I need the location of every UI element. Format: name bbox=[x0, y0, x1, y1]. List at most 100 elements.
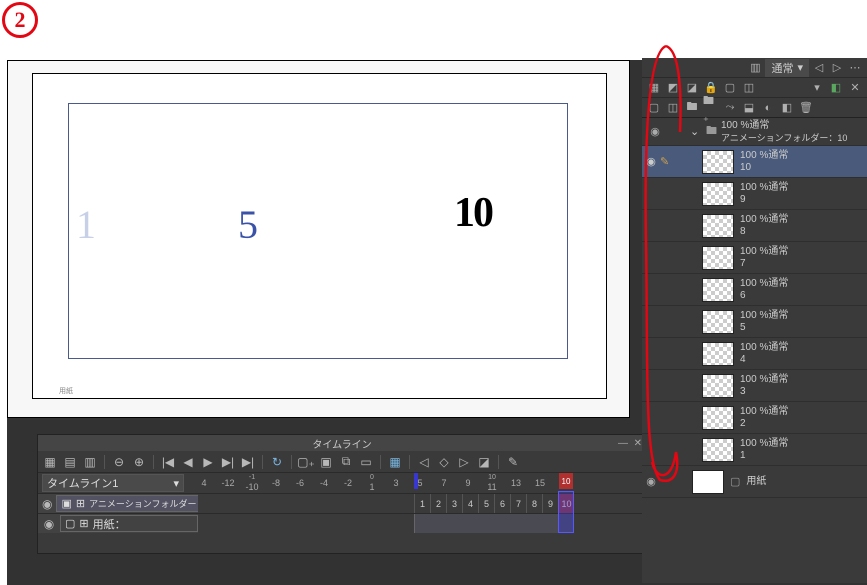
cel-frame[interactable]: 2 bbox=[430, 494, 446, 513]
graph-editor-icon[interactable]: ◪ bbox=[476, 454, 492, 470]
clip-board-icon[interactable]: ▤ bbox=[62, 454, 78, 470]
expand-icon[interactable]: ⊞ bbox=[76, 497, 85, 510]
next-icon[interactable]: ▷ bbox=[829, 60, 845, 76]
separator bbox=[409, 455, 410, 469]
ruler-icon[interactable]: ◧ bbox=[779, 100, 795, 116]
eye-icon[interactable]: ◉ bbox=[42, 516, 56, 532]
layer-row[interactable]: 100 %通常9 bbox=[642, 178, 867, 210]
onion-skin-icon[interactable]: ▦ bbox=[387, 454, 403, 470]
ruler-tick: -4 bbox=[312, 478, 336, 488]
eye-icon[interactable]: ◉ bbox=[42, 496, 52, 512]
lock-alpha-icon[interactable]: ◩ bbox=[665, 80, 681, 96]
layer-row[interactable]: 100 %通常7 bbox=[642, 242, 867, 274]
layer-row[interactable]: 100 %通常1 bbox=[642, 434, 867, 466]
layer-row[interactable]: 100 %通常4 bbox=[642, 338, 867, 370]
new-folder-icon[interactable]: ▣ bbox=[318, 454, 334, 470]
track-label: アニメーションフォルダー bbox=[89, 497, 196, 510]
go-end-icon[interactable]: ▶| bbox=[240, 454, 256, 470]
cel-frame[interactable]: 7 bbox=[510, 494, 526, 513]
keyframe-next-icon[interactable]: ▷ bbox=[456, 454, 472, 470]
separator bbox=[104, 455, 105, 469]
end-marker[interactable]: 10 bbox=[559, 473, 573, 489]
cel-frame[interactable]: 3 bbox=[446, 494, 462, 513]
layer-label: 100 %通常1 bbox=[740, 438, 788, 462]
layer-panel-top-toolbar: ▥ 通常▾ ◁ ▷ ⋯ bbox=[642, 58, 867, 78]
ruler-tick: -2 bbox=[336, 478, 360, 488]
layer-row[interactable]: 100 %通常5 bbox=[642, 306, 867, 338]
panel-icon[interactable]: ▥ bbox=[747, 60, 763, 76]
draft-icon[interactable]: ◫ bbox=[741, 80, 757, 96]
cel-frame[interactable]: 4 bbox=[462, 494, 478, 513]
blend-mode-dropdown[interactable]: 通常▾ bbox=[765, 59, 809, 77]
chevron-down-icon: ▾ bbox=[797, 61, 803, 74]
prev-icon[interactable]: ◁ bbox=[811, 60, 827, 76]
animation-folder-row[interactable]: ◉ ⌄ 🖿 100 %通常 アニメーションフォルダー：10 bbox=[642, 118, 867, 146]
layer-row[interactable]: ◉✎100 %通常10 bbox=[642, 146, 867, 178]
layer-row[interactable]: 100 %通常3 bbox=[642, 370, 867, 402]
paper-layer-row[interactable]: ◉ ▢ 用紙 bbox=[642, 466, 867, 498]
close-icon[interactable]: ✕ bbox=[634, 438, 642, 449]
onion-skin-frame-5: 5 bbox=[238, 201, 258, 248]
pencil-icon[interactable]: ✎ bbox=[505, 454, 521, 470]
zoom-in-icon[interactable]: ⊕ bbox=[131, 454, 147, 470]
chevron-down-icon: ▾ bbox=[173, 477, 179, 490]
layer-panel: ▥ 通常▾ ◁ ▷ ⋯ ▦ ◩ ◪ 🔒 ▢ ◫ ▾ ◧ ✕ ▢ ◫ 🖿 🖿₊ ⤳ bbox=[642, 58, 867, 583]
cel-frame[interactable]: 5 bbox=[478, 494, 494, 513]
checker-icon[interactable]: ▦ bbox=[646, 80, 662, 96]
new-raster-icon[interactable]: ▢ bbox=[646, 100, 662, 116]
palette-toggle-icon[interactable]: ◧ bbox=[828, 80, 844, 96]
eye-icon[interactable]: ◉ bbox=[646, 125, 664, 138]
delete-layer-icon[interactable]: 🗑 bbox=[798, 100, 814, 116]
keyframe-add-icon[interactable]: ◇ bbox=[436, 454, 452, 470]
canvas-area[interactable]: 用紙 1 5 10 bbox=[7, 60, 630, 418]
cel-frame[interactable]: 9 bbox=[542, 494, 558, 513]
new-vector-icon[interactable]: ◫ bbox=[665, 100, 681, 116]
cel-frame[interactable]: 8 bbox=[526, 494, 542, 513]
zoom-out-icon[interactable]: ⊖ bbox=[111, 454, 127, 470]
cel-frame[interactable]: 1 bbox=[414, 494, 430, 513]
track-body[interactable] bbox=[198, 514, 646, 533]
go-start-icon[interactable]: |◀ bbox=[160, 454, 176, 470]
cel-specify-icon[interactable]: ⧉ bbox=[338, 454, 354, 470]
new-timeline-icon[interactable]: ▦ bbox=[42, 454, 58, 470]
track-body[interactable]: 12345678910 bbox=[198, 494, 646, 513]
loop-icon[interactable]: ↻ bbox=[269, 454, 285, 470]
prev-frame-icon[interactable]: ◀ bbox=[180, 454, 196, 470]
playhead[interactable] bbox=[558, 491, 574, 533]
layer-label: 100 %通常7 bbox=[740, 246, 788, 270]
layer-panel-toolbar-3: ▢ ◫ 🖿 🖿₊ ⤳ ⬓ ◐ ◧ 🗑 bbox=[642, 98, 867, 118]
eye-icon[interactable]: ◉ bbox=[642, 155, 660, 168]
clip-icon[interactable]: ◪ bbox=[684, 80, 700, 96]
mask-icon[interactable]: ◐ bbox=[760, 100, 776, 116]
minimize-icon[interactable]: — bbox=[618, 438, 628, 449]
close-panel-icon[interactable]: ✕ bbox=[847, 80, 863, 96]
timeline-ruler[interactable]: 4-12-1-10-8-6-4-2013579101113151 bbox=[192, 473, 646, 493]
delete-cel-icon[interactable]: ▭ bbox=[358, 454, 374, 470]
chevron-down-icon[interactable]: ⌄ bbox=[690, 125, 702, 138]
play-icon[interactable]: ▶ bbox=[200, 454, 216, 470]
timeline-selector[interactable]: タイムライン1 ▾ bbox=[42, 474, 184, 492]
layer-row[interactable]: 100 %通常2 bbox=[642, 402, 867, 434]
separator bbox=[291, 455, 292, 469]
lock-column[interactable]: ✎ bbox=[660, 155, 678, 168]
expand-icon[interactable]: ⊞ bbox=[79, 517, 88, 530]
new-anim-folder-icon[interactable]: 🖿₊ bbox=[703, 100, 719, 116]
transfer-icon[interactable]: ⤳ bbox=[722, 100, 738, 116]
cel-frame[interactable]: 6 bbox=[494, 494, 510, 513]
track-header[interactable]: ◉ ▢ ⊞ 用紙： bbox=[38, 514, 198, 533]
expand-down-icon[interactable]: ▾ bbox=[809, 80, 825, 96]
start-marker[interactable] bbox=[414, 473, 418, 489]
new-folder-icon[interactable]: 🖿 bbox=[684, 100, 700, 116]
eye-icon[interactable]: ◉ bbox=[642, 475, 660, 488]
timeline-titlebar[interactable]: タイムライン — ✕ bbox=[38, 435, 646, 451]
merge-icon[interactable]: ⬓ bbox=[741, 100, 757, 116]
layer-row[interactable]: 100 %通常6 bbox=[642, 274, 867, 306]
keyframe-prev-icon[interactable]: ◁ bbox=[416, 454, 432, 470]
more-icon[interactable]: ⋯ bbox=[847, 60, 863, 76]
layer-row[interactable]: 100 %通常8 bbox=[642, 210, 867, 242]
track-header[interactable]: ◉ ▣ ⊞ アニメーションフォルダー bbox=[38, 494, 198, 513]
clip-settings-icon[interactable]: ▥ bbox=[82, 454, 98, 470]
new-cel-icon[interactable]: ▢₊ bbox=[298, 454, 314, 470]
reference-icon[interactable]: ▢ bbox=[722, 80, 738, 96]
next-frame-icon[interactable]: ▶| bbox=[220, 454, 236, 470]
